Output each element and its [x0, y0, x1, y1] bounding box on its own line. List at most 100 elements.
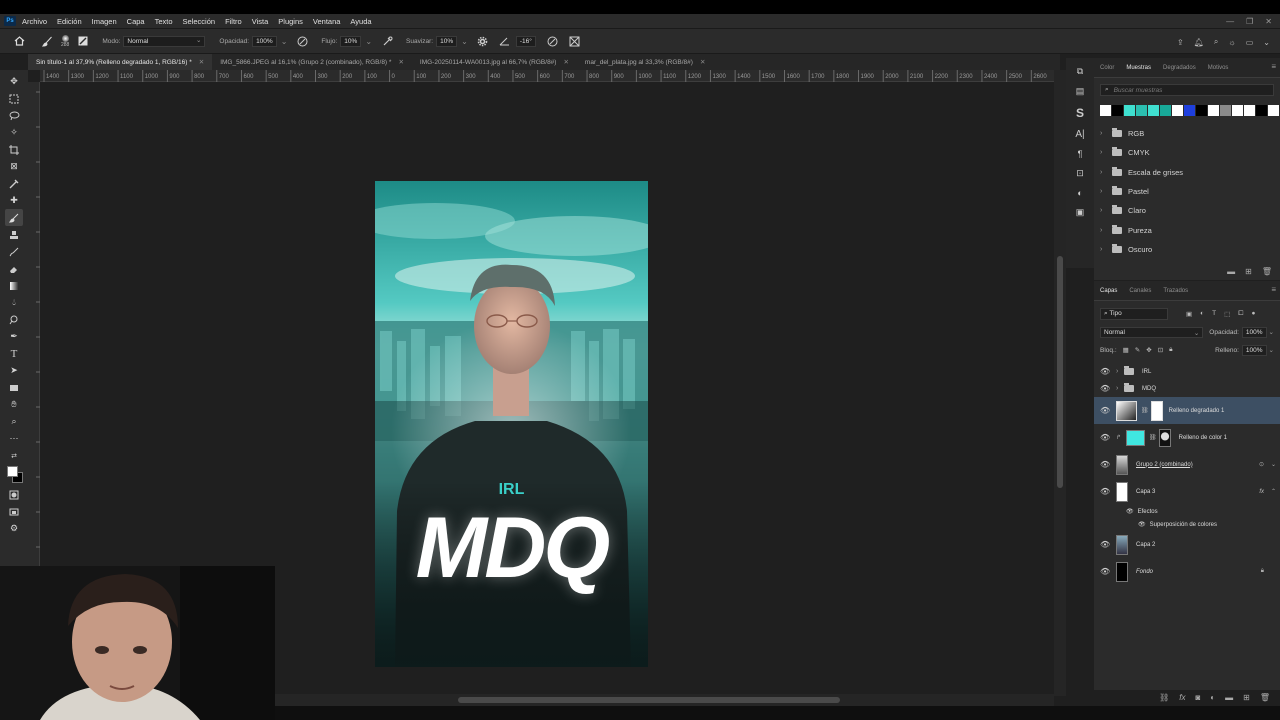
panel-menu-icon[interactable]: ≡ [1271, 285, 1276, 294]
color-swatch[interactable] [1196, 105, 1207, 116]
opacity-input[interactable]: 100% [252, 35, 277, 47]
color-swatch[interactable] [1124, 105, 1135, 116]
hand-tool-icon[interactable]: ✋︎ [5, 396, 23, 413]
doc-tab[interactable]: IMG-20250114-WA0013.jpg al 66,7% (RGB/8#… [412, 54, 577, 70]
more-tools-icon[interactable]: ⋯ [5, 430, 23, 447]
eyedropper-tool-icon[interactable] [5, 175, 23, 192]
brush-tool-icon[interactable] [5, 209, 23, 226]
screen-mode-icon[interactable] [5, 503, 23, 520]
menu-filtro[interactable]: Filtro [225, 17, 242, 26]
crop-tool-icon[interactable] [5, 141, 23, 158]
opacity-dropdown-icon[interactable]: ⌄ [281, 37, 288, 46]
visibility-eye-icon[interactable]: 👁︎ [1100, 460, 1110, 469]
color-swatch[interactable] [1208, 105, 1219, 116]
clone-stamp-tool-icon[interactable] [5, 226, 23, 243]
menu-plugins[interactable]: Plugins [278, 17, 303, 26]
pressure-size-icon[interactable] [546, 34, 560, 48]
tab-gradients[interactable]: Degradados [1163, 65, 1196, 77]
delete-swatch-icon[interactable]: 🗑︎ [1262, 267, 1272, 276]
history-brush-tool-icon[interactable] [5, 243, 23, 260]
swatch-search-input[interactable]: ⌕ Buscar muestras [1100, 84, 1274, 96]
tab-patterns[interactable]: Motivos [1208, 65, 1229, 77]
lock-pixels-icon[interactable]: ✎ [1135, 346, 1140, 354]
vertical-scroll-thumb[interactable] [1057, 256, 1063, 488]
color-swatch[interactable] [1244, 105, 1255, 116]
layer-row-gradient-fill[interactable]: 👁︎ ⛓︎ Relleno degradado 1 [1094, 397, 1280, 424]
panel-menu-icon[interactable]: ≡ [1271, 62, 1276, 71]
visibility-eye-icon[interactable]: 👁︎ [1100, 567, 1110, 576]
tab-paths[interactable]: Trazados [1163, 288, 1188, 300]
brush-settings-icon[interactable] [76, 34, 90, 48]
marquee-tool-icon[interactable] [5, 90, 23, 107]
chevron-right-icon[interactable]: › [1116, 385, 1124, 392]
tab-channels[interactable]: Canales [1129, 288, 1151, 300]
menu-archivo[interactable]: Archivo [22, 17, 47, 26]
restore-icon[interactable]: ❐ [1246, 17, 1253, 26]
lasso-tool-icon[interactable] [5, 107, 23, 124]
color-swatch[interactable] [1220, 105, 1231, 116]
dodge-tool-icon[interactable] [5, 311, 23, 328]
filter-shape-icon[interactable]: ⬚ [1224, 310, 1230, 318]
path-selection-tool-icon[interactable]: ➤ [5, 362, 23, 379]
swatch-group-item[interactable]: › RGB [1094, 124, 1280, 143]
chevron-down-icon[interactable]: ⌄ [1269, 346, 1274, 354]
filter-adjustment-icon[interactable]: ◐ [1200, 310, 1204, 318]
quick-mask-icon[interactable] [5, 486, 23, 503]
paragraph-panel-icon[interactable]: ¶ [1078, 149, 1083, 159]
visibility-eye-icon[interactable]: 👁︎ [1100, 406, 1110, 415]
tab-layers[interactable]: Capas [1100, 288, 1117, 300]
frame-tool-icon[interactable]: ⊠ [5, 158, 23, 175]
filter-type-icon[interactable]: T [1212, 310, 1216, 318]
smoothing-gear-icon[interactable] [476, 34, 490, 48]
workspace-dropdown-icon[interactable]: ⌄ [1263, 38, 1270, 47]
horizontal-scroll-thumb[interactable] [458, 697, 840, 703]
comments-panel-icon[interactable]: ▤ [1076, 86, 1085, 97]
symmetry-icon[interactable] [568, 34, 582, 48]
color-swatch[interactable] [1136, 105, 1147, 116]
smoothing-input[interactable]: 10% [436, 35, 458, 47]
blur-tool-icon[interactable]: 💧︎ [5, 294, 23, 311]
swatch-group-item[interactable]: › Oscuro [1094, 240, 1280, 259]
visibility-eye-icon[interactable]: 👁︎ [1100, 367, 1110, 376]
move-tool-icon[interactable]: ✥ [5, 73, 23, 90]
home-icon[interactable] [12, 34, 26, 48]
zoom-tool-icon[interactable]: ⌕ [5, 413, 23, 430]
new-layer-icon[interactable]: ⊞ [1243, 693, 1250, 702]
swatch-group-item[interactable]: › Escala de grises [1094, 163, 1280, 182]
filter-toggle-icon[interactable]: ● [1251, 310, 1255, 318]
layer-effects-header[interactable]: 👁︎ Efectos [1094, 505, 1280, 518]
character-panel-icon[interactable]: A| [1075, 129, 1084, 140]
tab-close-icon[interactable]: ✕ [199, 58, 204, 66]
color-picker[interactable] [5, 464, 23, 486]
type-tool-icon[interactable]: T [5, 345, 23, 362]
color-swatch[interactable] [1268, 105, 1279, 116]
object-selection-tool-icon[interactable]: ✧ [5, 124, 23, 141]
color-swatch[interactable] [1172, 105, 1183, 116]
menu-vista[interactable]: Vista [252, 17, 269, 26]
navigator-panel-icon[interactable]: ⊡ [1076, 168, 1084, 179]
mode-select[interactable]: Normal [123, 35, 206, 47]
menu-ayuda[interactable]: Ayuda [350, 17, 371, 26]
share-icon[interactable]: ⇪ [1177, 38, 1184, 47]
new-group-icon[interactable]: ▬ [1227, 267, 1235, 276]
brush-preset-picker[interactable]: 288 [61, 34, 69, 48]
lock-transparency-icon[interactable]: ▦ [1123, 346, 1129, 354]
color-swap-icon[interactable]: ⇄ [5, 447, 23, 464]
healing-brush-tool-icon[interactable]: ✚ [5, 192, 23, 209]
notifications-icon[interactable]: 🔔︎ [1194, 38, 1204, 47]
menu-texto[interactable]: Texto [155, 17, 173, 26]
doc-tab[interactable]: mar_del_plata.jpg al 33,3% (RGB/8#) ✕ [577, 54, 713, 70]
minimize-icon[interactable]: — [1226, 17, 1234, 26]
color-swatch[interactable] [1112, 105, 1123, 116]
layer-fx-badge[interactable]: fx [1259, 489, 1264, 495]
menu-seleccion[interactable]: Selección [183, 17, 216, 26]
edit-toolbar-icon[interactable]: ⚙ [5, 520, 23, 537]
menu-capa[interactable]: Capa [127, 17, 145, 26]
add-mask-icon[interactable]: ◙ [1195, 693, 1200, 702]
visibility-eye-icon[interactable]: 👁︎ [1138, 521, 1146, 528]
blend-mode-select[interactable]: Normal ⌄ [1100, 326, 1204, 338]
layer-row-color-fill[interactable]: 👁︎ ↱ ⛓︎ Relleno de color 1 [1094, 424, 1280, 451]
chevron-down-icon[interactable]: ⌄ [1271, 461, 1276, 468]
color-swatch[interactable] [1184, 105, 1195, 116]
layer-row-capa2[interactable]: 👁︎ Capa 2 [1094, 531, 1280, 558]
